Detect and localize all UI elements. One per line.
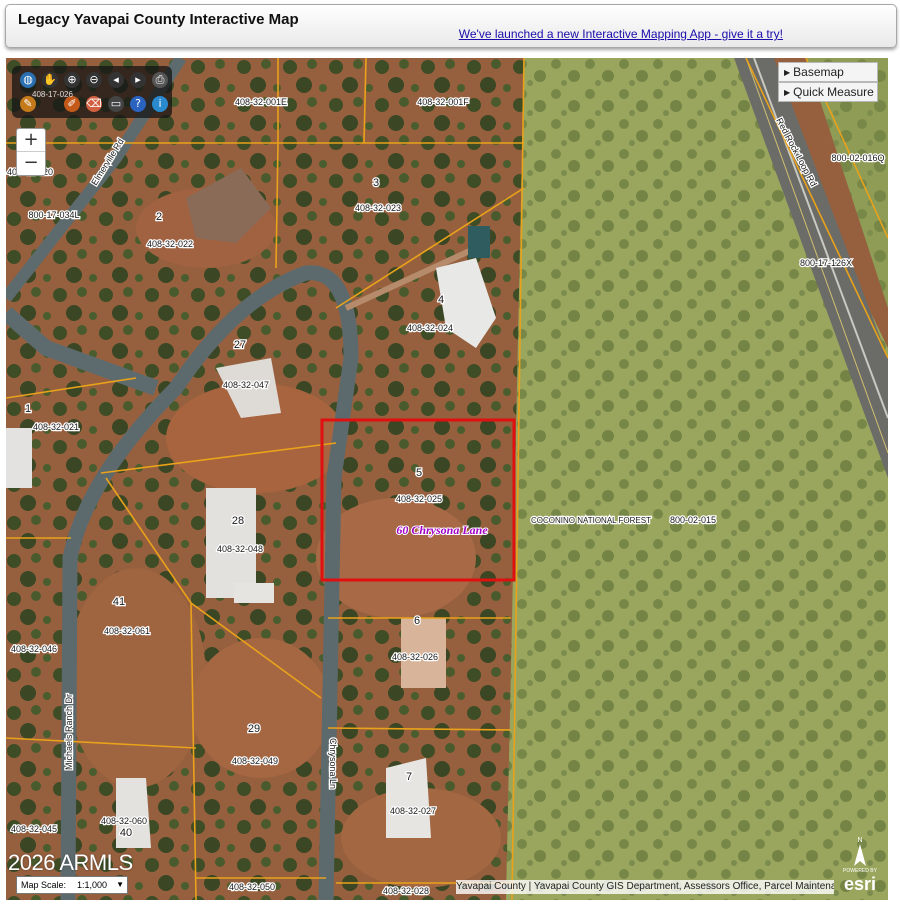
map-attribution: Yavapai County | Yavapai County GIS Depa… (456, 880, 834, 894)
app-header: Legacy Yavapai County Interactive Map We… (5, 4, 897, 48)
attribution-separator: | (525, 881, 534, 892)
forest-label: COCONINO NATIONAL FOREST (531, 516, 651, 525)
lot-number: 4 (438, 294, 444, 306)
zoom-out-icon[interactable]: ⊖ (86, 72, 102, 88)
parcel-id: 408-32-025 (396, 494, 442, 504)
map-toolbar: ◍ ✋ ⊕ ⊖ ◂ ▸ ⎙ ✎ ✐ ⌫ ▭ ? i 408-17-026 (12, 66, 172, 118)
lot-number: 29 (248, 723, 260, 735)
zoom-control: + − (16, 128, 46, 176)
chevron-down-icon: ▼ (116, 880, 124, 889)
info-icon[interactable]: i (152, 96, 168, 112)
basemap-label: Basemap (793, 65, 844, 79)
app-title: Legacy Yavapai County Interactive Map (18, 11, 299, 28)
parcel-id: 408-32-060 (101, 816, 147, 826)
parcel-id: 800-02-016Q (831, 153, 884, 163)
parcel-id: 408-32-026 (392, 652, 438, 662)
zoom-previous-icon[interactable]: ◂ (108, 72, 124, 88)
lot-number: 40 (120, 827, 132, 839)
attribution-source2: Yavapai County GIS Department, Assessors… (533, 881, 834, 892)
map-viewport[interactable]: 408-32-001E 408-32-001F 408-32-020 800-1… (6, 58, 888, 900)
parcel-id: 408-32-061 (104, 626, 150, 636)
parcel-id: 408-32-023 (355, 203, 401, 213)
help-icon[interactable]: ? (130, 96, 146, 112)
parcel-id: 408-32-047 (223, 380, 269, 390)
basemap-button[interactable]: ▶ Basemap (778, 62, 878, 82)
toolbar-overlap-text: 408-17-026 (32, 90, 73, 99)
zoom-next-icon[interactable]: ▸ (130, 72, 146, 88)
parcel-id: 408-32-024 (407, 323, 453, 333)
parcel-id: 800-17-034L (28, 210, 79, 220)
attribution-source1: Yavapai County (456, 881, 526, 892)
parcel-id: 408-32-001E (235, 97, 287, 107)
zoom-out-button[interactable]: − (17, 152, 45, 174)
lot-number: 41 (113, 596, 125, 608)
map-scale-select[interactable]: Map Scale: 1:1,000 ▼ (16, 876, 128, 894)
erase-icon[interactable]: ⌫ (86, 96, 102, 112)
parcel-id: 408-32-001F (417, 97, 469, 107)
parcel-id: 408-32-045 (11, 824, 57, 834)
parcel-id: 408-32-050 (229, 882, 275, 892)
lot-number: 1 (25, 403, 31, 415)
parcel-id: 408-32-049 (232, 756, 278, 766)
scale-label: Map Scale: (21, 880, 67, 890)
lot-number: 5 (416, 467, 422, 479)
esri-logo: N POWERED BY esri (836, 834, 884, 894)
globe-icon[interactable]: ◍ (20, 72, 36, 88)
lot-number: 28 (232, 515, 244, 527)
scale-value: 1:1,000 (77, 880, 108, 890)
parcel-id: 408-32-046 (11, 644, 57, 654)
parcel-id: 408-32-021 (33, 422, 79, 432)
parcel-id: 800-02-015 (670, 515, 716, 525)
esri-brand: esri (843, 874, 877, 894)
parcel-id: 408-32-022 (147, 239, 193, 249)
print-icon[interactable]: ⎙ (152, 72, 168, 88)
caret-right-icon: ▶ (784, 68, 791, 77)
north-arrow-icon: N (854, 837, 866, 866)
road-label: Michaels Ranch Dr (64, 694, 74, 770)
lot-number: 27 (234, 339, 246, 351)
pan-hand-icon[interactable]: ✋ (42, 72, 58, 88)
aerial-map[interactable]: 408-32-001E 408-32-001F 408-32-020 800-1… (6, 58, 888, 900)
parcel-id: 408-32-028 (383, 886, 429, 896)
quick-measure-button[interactable]: ▶ Quick Measure (778, 82, 878, 102)
parcel-id: 408-32-027 (390, 806, 436, 816)
lot-number: 2 (156, 211, 162, 223)
new-app-link[interactable]: We've launched a new Interactive Mapping… (459, 27, 783, 41)
parcel-id: 408-32-048 (217, 544, 263, 554)
quick-measure-label: Quick Measure (793, 85, 874, 99)
lot-number: 6 (414, 615, 420, 627)
zoom-in-icon[interactable]: ⊕ (64, 72, 80, 88)
zoom-in-button[interactable]: + (17, 129, 45, 151)
select-icon[interactable]: ▭ (108, 96, 124, 112)
subject-address-label: 60 Chrysona Lane (396, 523, 488, 537)
road-label: Chrysona Ln (328, 738, 338, 789)
north-label: N (857, 837, 862, 844)
lot-number: 3 (373, 177, 379, 189)
copyright-watermark: 2026 ARMLS (8, 850, 133, 875)
caret-right-icon: ▶ (784, 88, 791, 97)
lot-number: 7 (406, 771, 412, 783)
parcel-id: 800-17-126X (800, 258, 852, 268)
